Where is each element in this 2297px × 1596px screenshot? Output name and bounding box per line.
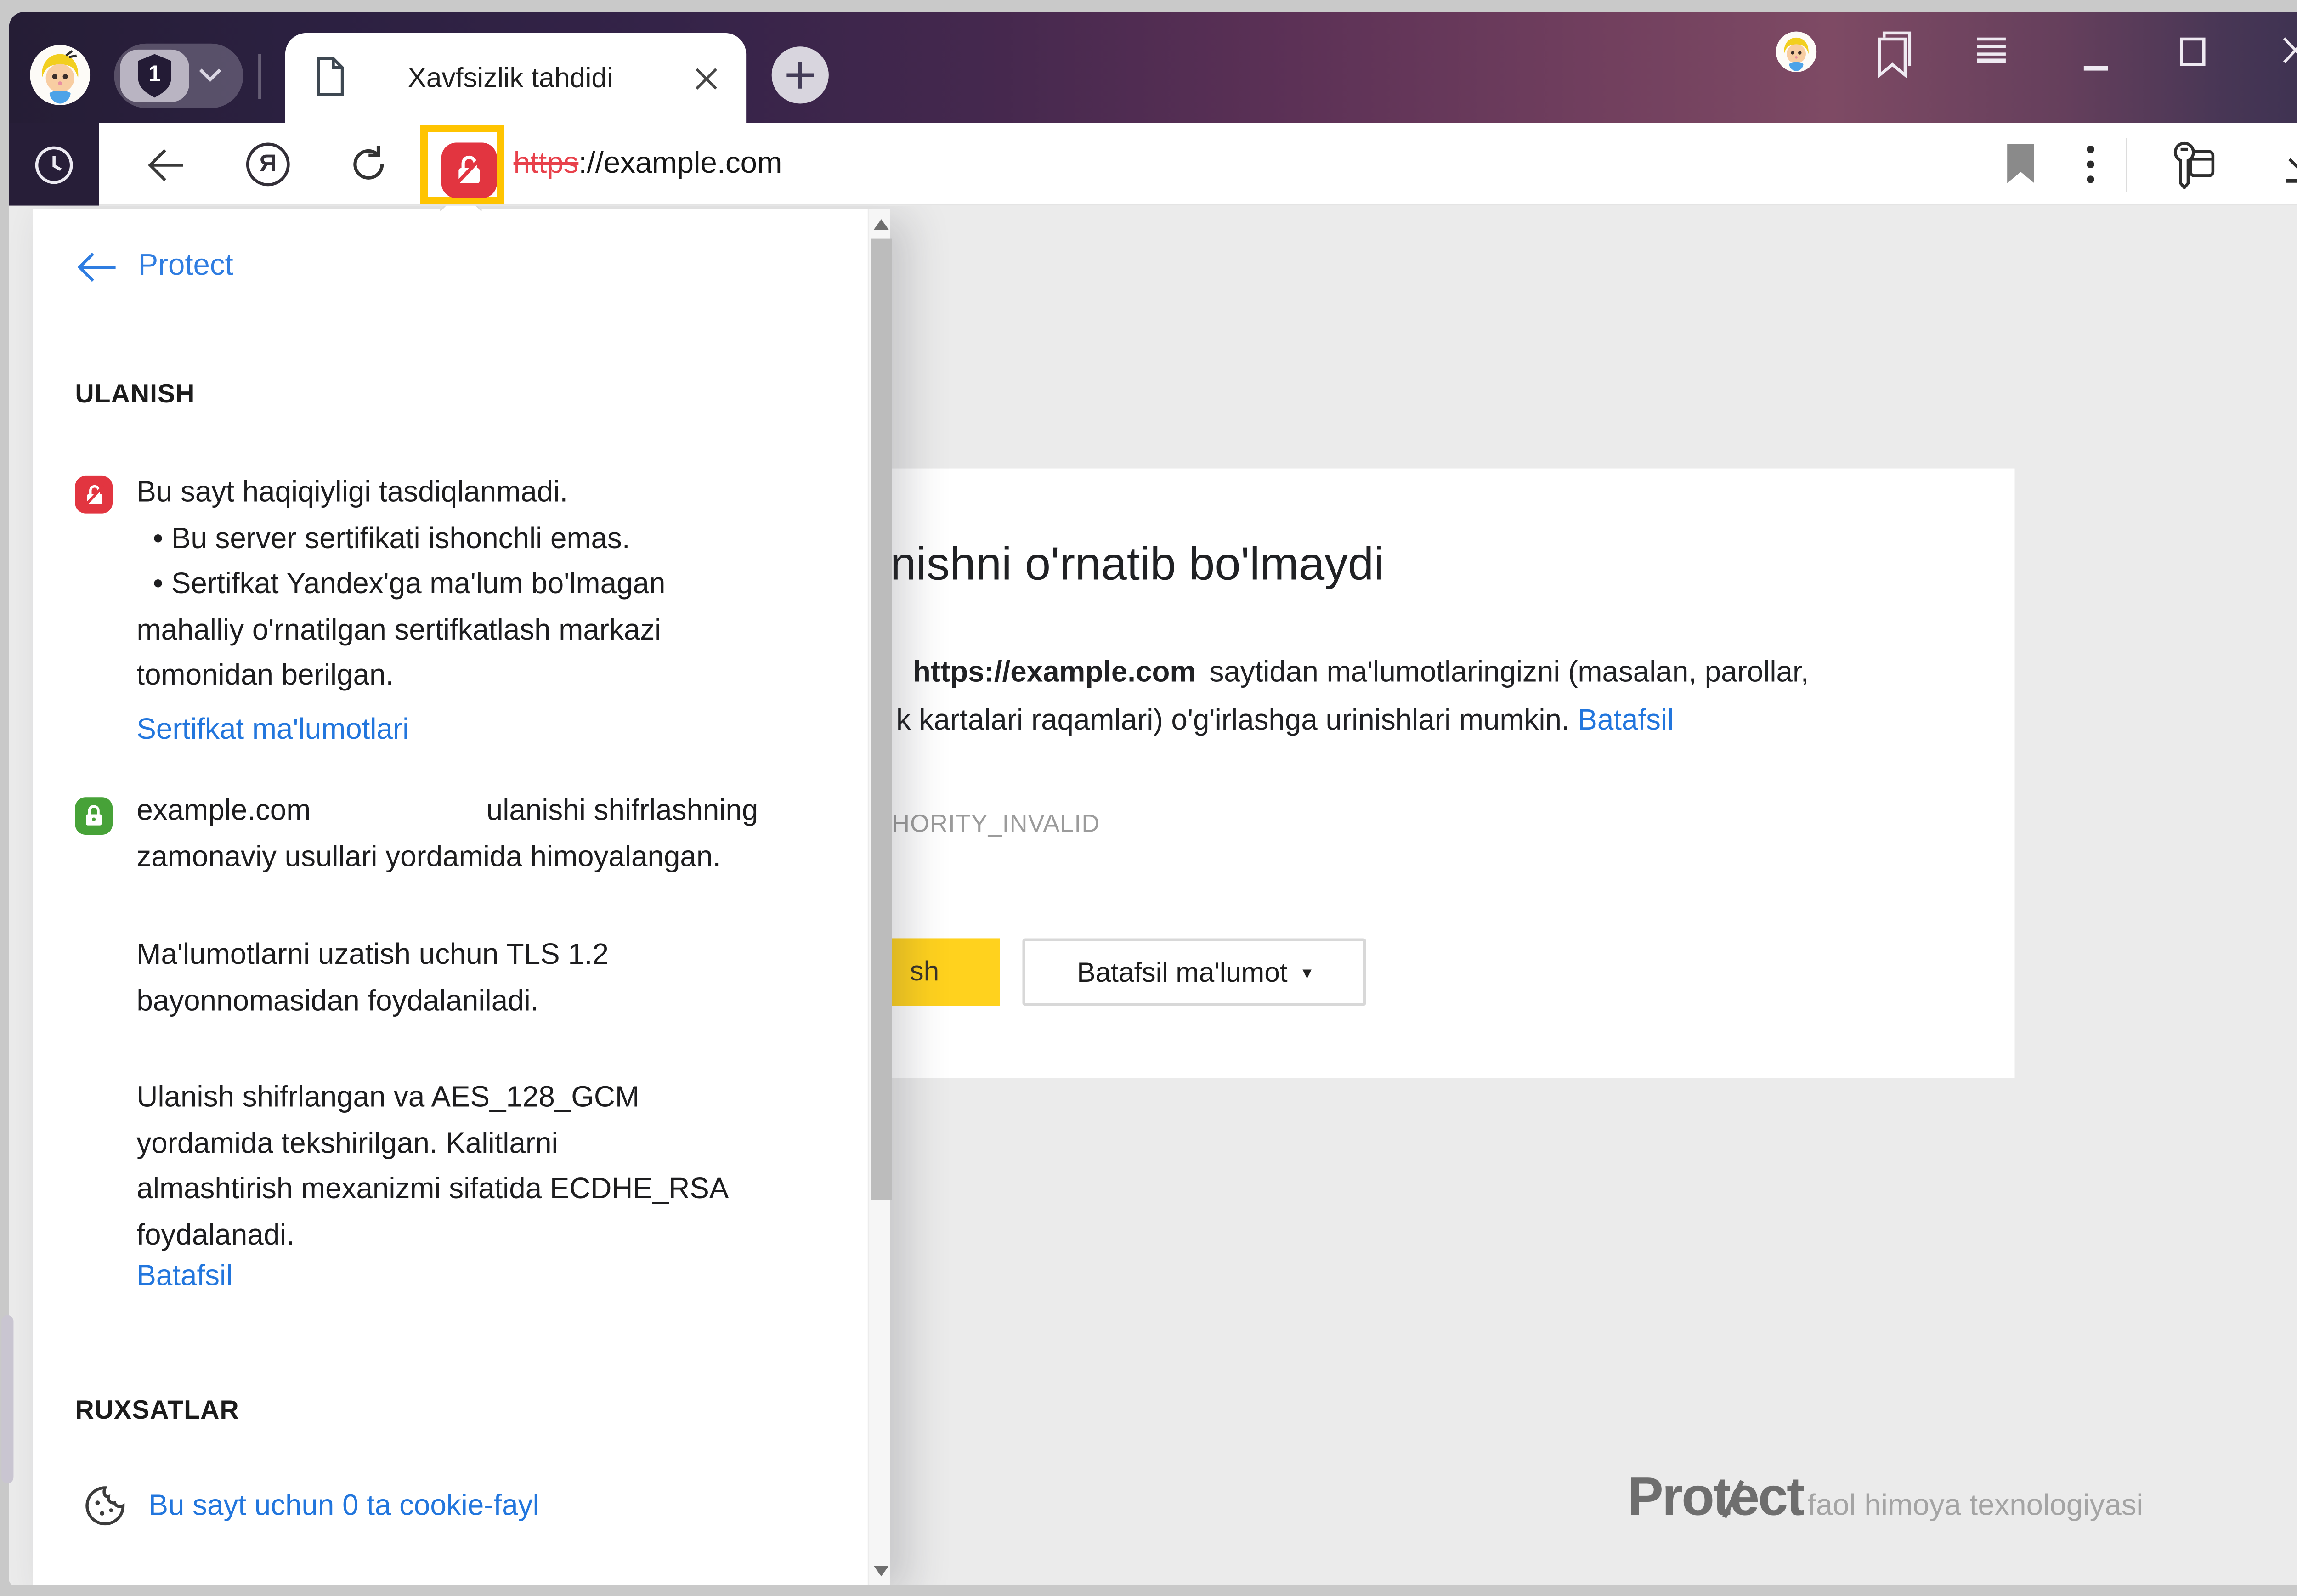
page-content: nishni o'rnatib bo'lmaydi https://exampl…: [9, 206, 2297, 1585]
tab-title: Xavfsizlik tahdidi: [375, 62, 645, 95]
tab-strip-divider: [258, 54, 261, 99]
error-paragraph-line2: k kartalari raqamlari) o'g'irlashga urin…: [896, 704, 1674, 739]
screenshot-stage: 1 Xavfsizlik tahdidi: [0, 0, 2297, 1596]
scrollbar-thumb[interactable]: [871, 239, 892, 1200]
tab-security-threat[interactable]: Xavfsizlik tahdidi: [285, 33, 746, 123]
tab-group-button[interactable]: 1: [114, 44, 243, 108]
sidebar-edge-handle[interactable]: [1, 1315, 13, 1483]
insecure-lock-icon: [452, 153, 487, 187]
plus-icon: [785, 60, 815, 90]
reload-icon[interactable]: [348, 144, 389, 185]
error-code: HORITY_INVALID: [892, 811, 1100, 839]
details-link[interactable]: Batafsil: [136, 1260, 232, 1294]
cipher-text: Ulanish shifrlangan va AES_128_GCM yorda…: [136, 1075, 729, 1259]
address-bar[interactable]: https://example.com: [514, 123, 782, 206]
menu-icon[interactable]: [1977, 38, 2006, 63]
panel-back-label: Protect: [138, 249, 233, 283]
annotation-highlight-box: [420, 125, 504, 204]
tab-group-chip: 1: [120, 50, 189, 102]
bookmark-icon[interactable]: [2006, 144, 2036, 185]
tab-count-shield-icon: 1: [134, 52, 176, 99]
url-scheme: https: [514, 147, 579, 181]
yandex-search-icon[interactable]: Я: [246, 142, 290, 186]
error-paragraph-line1: https://example.com saytidan ma'lumotlari…: [913, 656, 1809, 690]
yandex-glyph: Я: [260, 152, 277, 177]
scrollbar-up-button[interactable]: [869, 209, 892, 238]
clock-history-icon: [34, 146, 74, 185]
kebab-menu-icon[interactable]: [2087, 146, 2094, 183]
avatar-girl-icon: [30, 45, 90, 105]
error-details-link[interactable]: Batafsil: [1578, 704, 1674, 737]
browser-window: 1 Xavfsizlik tahdidi: [9, 12, 2297, 1585]
encryption-text-2: zamonaviy usullari yordamida himoyalanga…: [136, 841, 721, 875]
toolbar-divider: [2126, 138, 2127, 192]
protect-watermark: Protect faol himoya texnologiyasi: [1627, 1465, 2143, 1528]
panel-caret: [440, 206, 482, 232]
insecure-badge-icon: [75, 476, 113, 514]
secure-lock-icon: [75, 797, 113, 835]
triangle-up-icon: [873, 218, 888, 229]
page-document-icon: [315, 57, 345, 96]
panel-scrollbar[interactable]: [868, 209, 890, 1585]
section-permissions: RUXSATLAR: [75, 1395, 239, 1426]
avatar-girl-icon: [1776, 32, 1816, 72]
back-arrow-icon: [78, 251, 117, 281]
minimize-icon[interactable]: [2084, 66, 2108, 70]
protect-panel: Protect ULANISH Bu sayt haqiqiyligi tasd…: [33, 209, 890, 1585]
certificate-warning-text: Bu sayt haqiqiyligi tasdiqlanmadi. • Bu …: [136, 470, 857, 700]
error-text-2: k kartalari raqamlari) o'g'irlashga urin…: [896, 704, 1570, 737]
cookie-icon: [84, 1485, 126, 1527]
maximize-icon[interactable]: [2180, 38, 2206, 66]
passwords-key-icon[interactable]: [2167, 140, 2218, 189]
back-icon[interactable]: [147, 147, 186, 183]
dropdown-caret-icon: ▾: [1302, 962, 1312, 983]
address-toolbar: Я https://example.com: [9, 123, 2297, 206]
watermark-brand: Protect: [1627, 1465, 1803, 1528]
more-info-label: Batafsil ma'lumot: [1077, 956, 1287, 989]
cookies-link[interactable]: Bu sayt uchun 0 ta cookie-fayl: [149, 1488, 539, 1523]
download-icon[interactable]: [2283, 142, 2297, 185]
chevron-down-icon[interactable]: [198, 68, 222, 83]
go-back-button-label: sh: [910, 955, 939, 988]
scrollbar-down-button[interactable]: [869, 1556, 892, 1585]
tab-strip: 1 Xavfsizlik tahdidi: [9, 12, 2297, 123]
encryption-text-1: ulanishi shifrlashning: [487, 794, 758, 829]
url-text: ://example.com: [578, 147, 782, 181]
collections-bookmark-icon[interactable]: [1875, 30, 1914, 78]
profile-avatar[interactable]: [30, 45, 90, 105]
cookies-row[interactable]: Bu sayt uchun 0 ta cookie-fayl: [84, 1485, 539, 1527]
protect-badge-button[interactable]: [441, 142, 497, 198]
panel-back-button[interactable]: Protect: [78, 249, 233, 283]
window-close-icon[interactable]: [2282, 36, 2297, 64]
new-tab-button[interactable]: [772, 46, 829, 103]
triangle-down-icon: [873, 1565, 888, 1576]
error-url: https://example.com: [913, 656, 1196, 689]
error-title: nishni o'rnatib bo'lmaydi: [890, 538, 1384, 592]
section-connection: ULANISH: [75, 379, 195, 410]
tab-close-icon[interactable]: [694, 66, 719, 92]
encryption-domain: example.com: [136, 794, 311, 829]
tls-text: Ma'lumotlarni uzatish uchun TLS 1.2 bayo…: [136, 932, 609, 1024]
error-text-1: saytidan ma'lumotlaringizni (masalan, pa…: [1209, 656, 1809, 689]
more-info-button[interactable]: Batafsil ma'lumot ▾: [1022, 938, 1366, 1006]
watermark-tagline: faol himoya texnologiyasi: [1808, 1489, 2143, 1524]
certificate-info-link[interactable]: Sertifkat ma'lumotlari: [136, 713, 409, 747]
sidebar-history-button[interactable]: [9, 123, 99, 206]
tab-group-count: 1: [134, 62, 176, 87]
account-avatar[interactable]: [1776, 32, 1816, 72]
